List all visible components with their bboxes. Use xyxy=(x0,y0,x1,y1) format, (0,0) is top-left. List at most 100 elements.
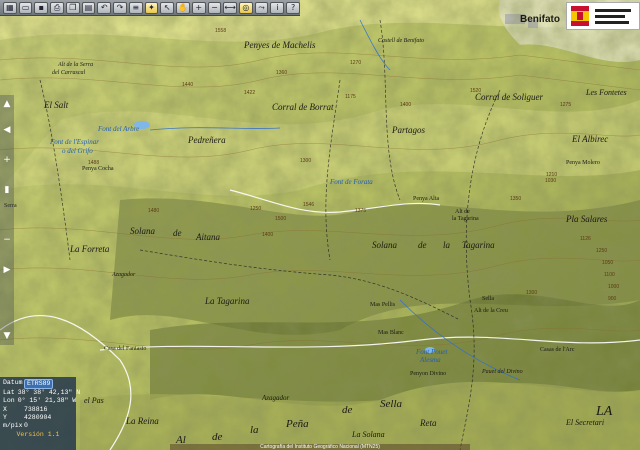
info-icon[interactable]: i xyxy=(270,1,285,14)
layers-icon[interactable]: ≡ xyxy=(128,1,143,14)
place-del-carrascal: del Carrascal xyxy=(52,70,86,76)
place-les-fontetes: Les Fontetes xyxy=(586,88,627,97)
place-pedrenera: Pedreñera xyxy=(188,135,226,145)
place-benifato: Benifato xyxy=(520,14,560,25)
pan-right-icon[interactable]: ▶ xyxy=(1,265,13,275)
place-penya-cocha: Penya Cocha xyxy=(82,166,114,172)
coordinates-panel: Datum ETRS89 Lat 38° 38' 42,13" N Lon 0° 15… xyxy=(0,377,80,450)
place-font-pouet: Font Pouet xyxy=(416,348,448,356)
place-corral-borrat: Corral de Borrat xyxy=(272,102,334,112)
place-corral-soliguer: Corral de Soliguer xyxy=(475,92,544,102)
place-penya-alta: Penya Alta xyxy=(413,196,440,202)
elevation-label: 1000 xyxy=(608,284,620,290)
datum-selector[interactable]: ETRS89 xyxy=(24,379,54,390)
elevation-label: 1440 xyxy=(182,82,194,88)
zoom-out-icon[interactable]: − xyxy=(207,1,222,14)
help-icon[interactable]: ? xyxy=(286,1,300,14)
elevation-label: 1375 xyxy=(355,208,367,214)
government-logo xyxy=(566,2,640,30)
place-pena: Peña xyxy=(286,418,309,430)
elevation-label: 1300 xyxy=(526,290,538,296)
save-icon[interactable]: ▪ xyxy=(34,1,49,14)
place-la-forreta: La Forreta xyxy=(70,244,110,254)
print-icon[interactable]: ⎙ xyxy=(50,1,64,14)
elevation-label: 1350 xyxy=(510,196,522,202)
place-font-forata: Font de Forata xyxy=(330,178,373,186)
place-sella-small: Sella xyxy=(482,296,494,302)
x-value: 738816 xyxy=(24,405,48,413)
topographic-map[interactable] xyxy=(0,0,640,450)
pan-up-icon[interactable]: ▲ xyxy=(1,99,13,109)
place-solana: Solana xyxy=(130,226,156,236)
zoom-in-icon[interactable]: + xyxy=(191,1,206,14)
place-azagador-2: Azagador xyxy=(112,272,136,278)
place-alt-tagarina-2: la Tagarina xyxy=(452,216,479,222)
zoom-in-icon[interactable]: + xyxy=(1,155,13,165)
elevation-label: 1250 xyxy=(250,206,262,212)
paste-icon[interactable]: ▤ xyxy=(81,1,96,14)
elevation-label: 1100 xyxy=(604,272,615,278)
y-label: Y xyxy=(3,413,7,421)
x-label: X xyxy=(3,405,7,413)
place-la-2: la xyxy=(250,424,259,436)
coat-of-arms-icon xyxy=(571,6,589,26)
elevation-label: 1275 xyxy=(560,102,572,108)
elevation-label: 1300 xyxy=(300,158,312,164)
place-casas-arc: Casas de l'Arc xyxy=(540,347,575,353)
elevation-label: 1488 xyxy=(88,160,100,166)
measure-icon[interactable]: ⟷ xyxy=(223,1,238,14)
place-mas-pellis: Mas Pellis xyxy=(370,302,396,308)
redo-icon[interactable]: ↷ xyxy=(113,1,127,14)
place-penyes-machelis: Penyes de Machelis xyxy=(244,40,316,50)
pointer-icon[interactable]: ↖ xyxy=(160,1,175,14)
place-penya-molero: Penya Molero xyxy=(566,160,600,166)
elevation-label: 1270 xyxy=(350,60,362,66)
place-partagos: Partagos xyxy=(392,125,426,135)
lon-value: 0° 15' 21,38" W xyxy=(17,397,77,405)
elevation-label: 1030 xyxy=(545,178,557,184)
zoom-slider-icon[interactable]: ▮ xyxy=(1,185,13,195)
map-toolbar: ▦ ▭ ▪ ⎙ ❐ ▤ ↶ ↷ ≡ ✦ ↖ ✋ + − ⟷ ◎ ⤳ i ? xyxy=(0,0,300,16)
folder-icon[interactable]: ▭ xyxy=(18,1,33,14)
place-pla-salares: Pla Salares xyxy=(566,214,608,224)
place-font-del-arbre: Font del Arbre xyxy=(98,125,140,133)
zoom-out-icon[interactable]: − xyxy=(1,235,13,245)
datum-label: Datum xyxy=(3,379,23,386)
place-penyon-divino: Penyon Divino xyxy=(410,371,447,377)
place-la: la xyxy=(443,240,451,250)
place-alt-tagarina: Alt de xyxy=(455,209,470,215)
place-alesma: Alesma xyxy=(420,356,441,364)
version-label: Versión 1.1 xyxy=(16,431,60,439)
hand-icon[interactable]: ✋ xyxy=(176,1,190,14)
lon-label: Lon xyxy=(3,397,15,405)
elevation-label: 1400 xyxy=(262,232,274,238)
elevation-label: 1422 xyxy=(244,90,256,96)
undo-icon[interactable]: ↶ xyxy=(97,1,112,14)
y-value: 4280904 xyxy=(24,413,52,421)
route-icon[interactable]: ⤳ xyxy=(254,1,269,14)
navigation-strip: ▲ ◀ + ▮ − ▶ ▼ xyxy=(0,95,14,345)
place-la-big: LA xyxy=(596,404,613,419)
attribution-bar: Cartografía del Instituto Geográfico Nac… xyxy=(170,444,470,450)
pan-left-icon[interactable]: ◀ xyxy=(1,125,13,135)
place-pauet-divino: Pauet del Divino xyxy=(482,369,523,375)
place-de-2: de xyxy=(418,240,427,250)
place-de-3: de xyxy=(212,431,223,443)
place-la-tagarina: La Tagarina xyxy=(205,296,250,306)
elevation-label: 1175 xyxy=(345,94,356,100)
copy-icon[interactable]: ❐ xyxy=(65,1,80,14)
gps-icon[interactable]: ◎ xyxy=(239,1,253,14)
place-castell-benifato: Castell de Benifato xyxy=(378,38,424,44)
place-la-solana: La Solana xyxy=(352,430,385,439)
place-azagador: Azagador xyxy=(262,394,290,402)
pan-down-icon[interactable]: ▼ xyxy=(1,331,13,341)
settings-icon[interactable]: ✦ xyxy=(144,1,159,14)
place-tagarina: Tagarina xyxy=(462,240,495,250)
elevation-label: 1400 xyxy=(400,102,412,108)
elevation-label: 1250 xyxy=(596,248,608,254)
elevation-label: 1360 xyxy=(276,70,288,76)
place-la-reina: La Reina xyxy=(126,416,159,426)
grid-icon[interactable]: ▦ xyxy=(3,1,17,14)
z-value: 0 xyxy=(24,422,28,430)
z-label: m/pix xyxy=(3,422,23,430)
